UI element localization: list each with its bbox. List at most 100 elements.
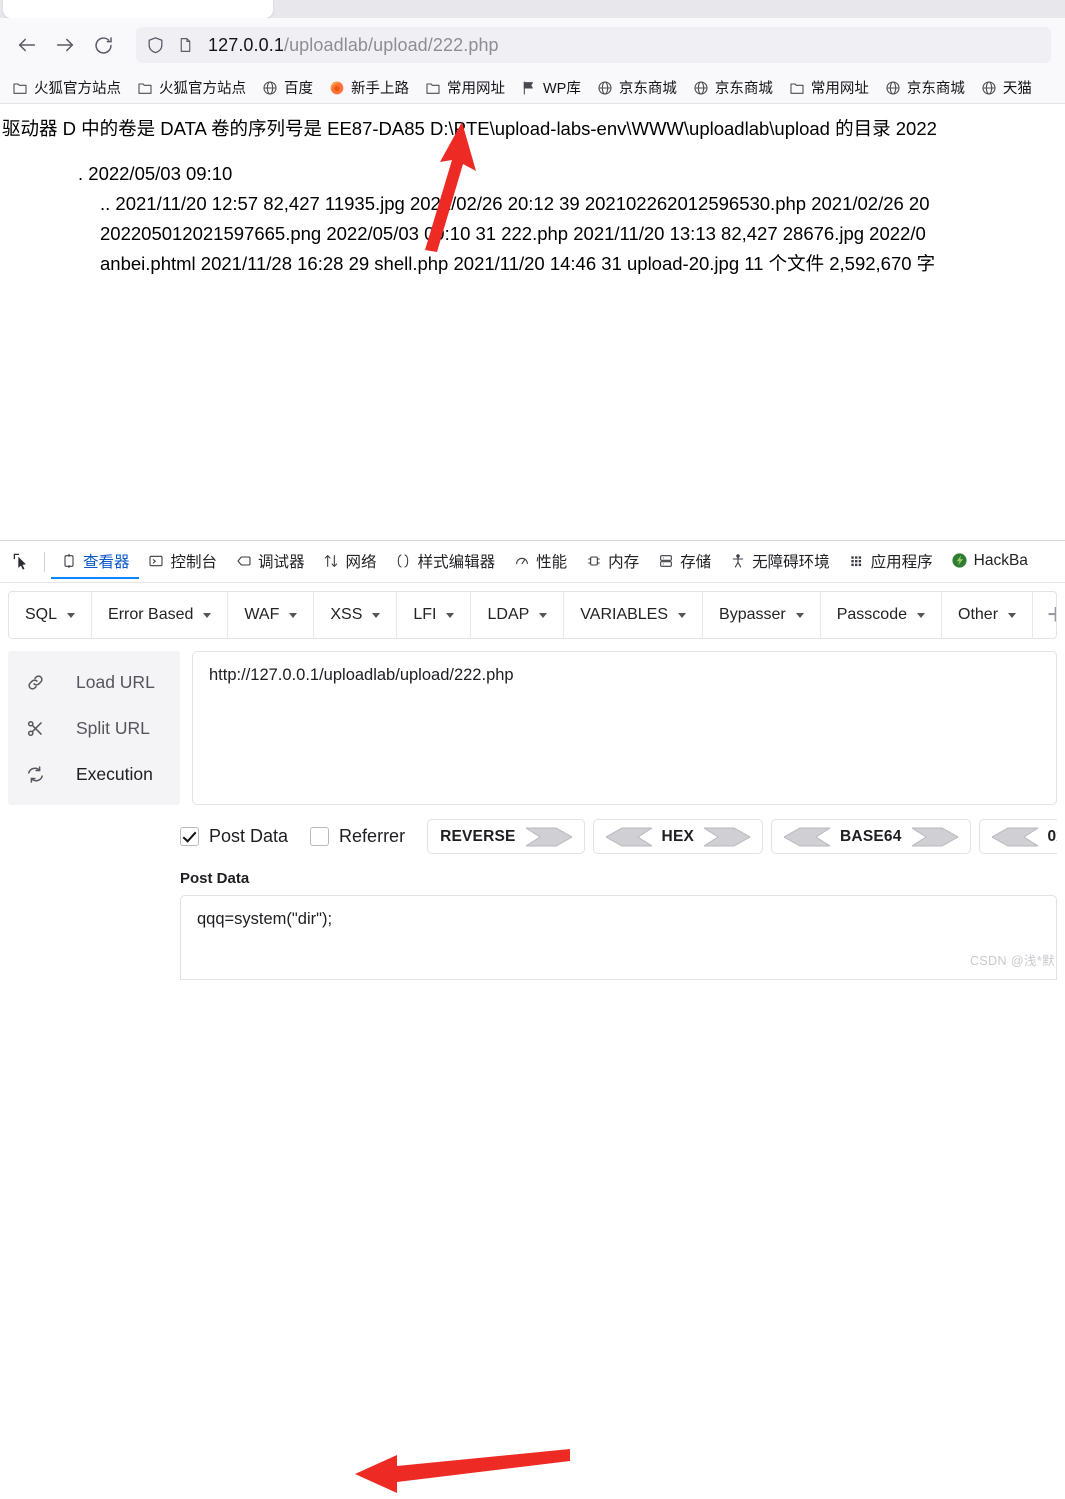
storage-icon: [657, 552, 674, 569]
devtools-tab-label: HackBa: [973, 551, 1028, 569]
bookmark-label: 火狐官方站点: [34, 81, 121, 97]
encoder-label: HEX: [661, 827, 695, 845]
hackbar-menu-item[interactable]: SQL: [9, 592, 93, 638]
chevron-down-icon: [446, 612, 455, 618]
bookmark-label: 火狐官方站点: [159, 81, 246, 97]
chevron-right-icon: [704, 827, 751, 846]
bookmark-label: 新手上路: [351, 81, 409, 97]
bookmark-label: 京东商城: [714, 81, 773, 97]
globe-icon: [885, 80, 901, 96]
devtools-tab-11[interactable]: HackBa: [942, 547, 1037, 577]
dir-listing: .. 2021/11/20 12:57 82,427 11935.jpg 202…: [0, 189, 1065, 279]
hackbar-menu-item[interactable]: Error Based: [92, 592, 229, 638]
hackbar-menu-item[interactable]: LDAP: [471, 592, 565, 638]
hackbar-menu-label: VARIABLES: [580, 606, 669, 623]
encoder-button[interactable]: REVERSE: [427, 819, 585, 854]
hackbar-menu-item[interactable]: Bypasser: [703, 592, 821, 638]
chevron-left-icon: [991, 827, 1038, 846]
inspector-icon: [60, 552, 77, 569]
hackbar-menu-label: Passcode: [836, 606, 907, 623]
encoder-button[interactable]: 0xHEX: [978, 819, 1057, 854]
accessibility-icon: [729, 552, 746, 569]
address-bar[interactable]: 127.0.0.1/uploadlab/upload/222.php: [136, 27, 1051, 63]
dir-header-line: 驱动器 D 中的卷是 DATA 卷的序列号是 EE87-DA85 D:\PTE\…: [2, 118, 937, 139]
devtools-tab-1[interactable]: 查看器: [51, 545, 139, 579]
hackbar-menu-item[interactable]: LFI: [397, 592, 472, 638]
devtools-tab-3[interactable]: 调试器: [226, 545, 314, 579]
devtools-tab-label: 性能: [536, 553, 568, 571]
hackbar-menu-item[interactable]: VARIABLES: [564, 592, 704, 638]
hackbar-add-button[interactable]: +: [1033, 592, 1056, 638]
globe-icon: [693, 80, 709, 96]
bookmark-item[interactable]: 常用网址: [781, 75, 877, 100]
chevron-right-icon: [525, 827, 572, 846]
devtools-tab-7[interactable]: 内存: [576, 545, 648, 579]
devtools-tab-9[interactable]: 无障碍环境: [720, 545, 839, 579]
browser-tab-active[interactable]: [3, 0, 273, 18]
devtools-tab-8[interactable]: 存储: [648, 545, 720, 579]
bookmark-item[interactable]: 天猫: [973, 75, 1040, 100]
bookmark-item[interactable]: 京东商城: [589, 75, 685, 100]
checkbox-label: Referrer: [339, 826, 406, 846]
bookmark-item[interactable]: 百度: [254, 75, 321, 100]
hackbar-panel: SQL Error Based WAF XSS LFI LDAP VARIABLES Bypa…: [0, 591, 1065, 980]
forward-button[interactable]: [46, 28, 84, 62]
back-button[interactable]: [8, 28, 46, 62]
hackbar-menu-item[interactable]: Other: [942, 592, 1034, 638]
forward-arrow-icon: [56, 38, 74, 52]
bookmark-item[interactable]: 京东商城: [685, 75, 781, 100]
hackbar-menu-label: WAF: [244, 606, 280, 623]
hackbar-url-row: Load URL Split URL Execution http://127.…: [8, 651, 1057, 805]
load-url-button[interactable]: Load URL: [8, 659, 180, 705]
devtools-tab-10[interactable]: 应用程序: [839, 545, 942, 579]
hackbar-menu-item[interactable]: XSS: [314, 592, 398, 638]
page-content: 驱动器 D 中的卷是 DATA 卷的序列号是 EE87-DA85 D:\PTE\…: [0, 104, 1065, 526]
bookmark-label: 京东商城: [618, 81, 677, 97]
chevron-down-icon: [795, 612, 804, 618]
hackbar-menu-item[interactable]: Passcode: [821, 592, 942, 638]
address-path: /uploadlab/upload/222.php: [283, 34, 499, 55]
devtools-tab-2[interactable]: 控制台: [139, 545, 227, 579]
memory-icon: [585, 552, 602, 569]
devtools-tab-label: 查看器: [83, 553, 130, 571]
checkbox-referrer[interactable]: [310, 827, 330, 846]
devtools-tab-4[interactable]: 网络: [314, 545, 386, 579]
hackbar-menubar: SQL Error Based WAF XSS LFI LDAP VARIABLES Bypa…: [8, 591, 1057, 639]
bookmark-item[interactable]: 常用网址: [417, 75, 513, 100]
back-arrow-icon: [18, 38, 36, 52]
globe-icon: [262, 80, 278, 96]
devtools-tab-6[interactable]: 性能: [504, 545, 576, 579]
bookmark-item[interactable]: WP库: [513, 75, 589, 100]
hackbar-url-input[interactable]: http://127.0.0.1/uploadlab/upload/222.ph…: [192, 651, 1057, 805]
devtools-toolbar: 查看器 控制台 调试器 网络 样式编辑器 性能 内存 存储 无障碍环境 应用程序 HackBa: [0, 541, 1065, 583]
bookmark-label: 常用网址: [810, 81, 869, 97]
devtools-tab-5[interactable]: 样式编辑器: [386, 545, 505, 579]
execution-button[interactable]: Execution: [8, 751, 180, 797]
devtools-tab-label: 样式编辑器: [417, 553, 496, 571]
annotation-arrow-to-postdata: [355, 1449, 570, 1493]
split-url-button[interactable]: Split URL: [8, 705, 180, 751]
hackbar-menu-label: SQL: [25, 606, 58, 623]
element-picker-button[interactable]: [4, 546, 38, 578]
address-bar-text: 127.0.0.1/uploadlab/upload/222.php: [208, 35, 499, 56]
bookmark-item[interactable]: 火狐官方站点: [4, 75, 129, 100]
bookmark-item[interactable]: 火狐官方站点: [129, 75, 254, 100]
hackbar-menu-label: XSS: [330, 606, 363, 623]
bookmarks-bar: 火狐官方站点 火狐官方站点 百度 新手上路 常用网址 WP库 京东商城 京东商城 常用网址 京东商…: [0, 72, 1065, 104]
hackbar-menu-item[interactable]: WAF: [228, 592, 315, 638]
bookmark-label: 京东商城: [906, 81, 965, 97]
post-data-textarea[interactable]: qqq=system("dir");: [180, 895, 1057, 980]
dir-listing-line: 202205012021597665.png 2022/05/03 09:10 …: [100, 223, 926, 244]
toolbar-divider: [44, 551, 45, 572]
checkbox-post-data[interactable]: [180, 827, 199, 846]
bookmark-item[interactable]: 京东商城: [877, 75, 973, 100]
folder-icon: [12, 80, 28, 96]
hackbar-icon: [951, 552, 968, 569]
encoder-button[interactable]: BASE64: [771, 819, 971, 854]
bookmark-item[interactable]: 新手上路: [321, 75, 417, 100]
reload-button[interactable]: [84, 28, 122, 62]
load-url-label: Load URL: [76, 671, 155, 692]
chevron-down-icon: [539, 612, 548, 618]
encoder-button[interactable]: HEX: [592, 819, 764, 854]
chevron-down-icon: [372, 612, 381, 618]
